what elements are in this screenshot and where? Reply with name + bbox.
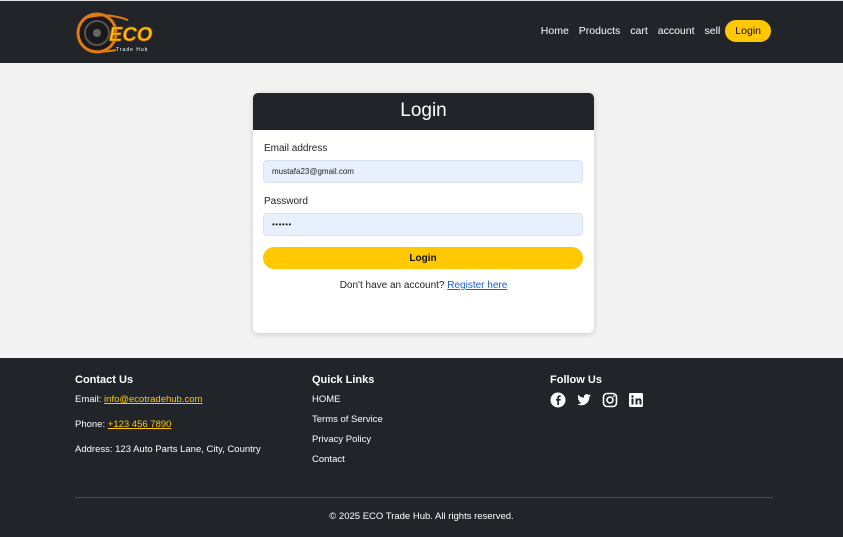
footer-link-terms[interactable]: Terms of Service bbox=[312, 414, 383, 425]
svg-text:Trade Hub: Trade Hub bbox=[116, 47, 148, 53]
register-link[interactable]: Register here bbox=[447, 280, 507, 291]
instagram-icon[interactable] bbox=[602, 392, 618, 408]
social-icons bbox=[550, 392, 644, 408]
email-label: Email address bbox=[264, 143, 328, 154]
contact-email: Email: info@ecotradehub.com bbox=[75, 394, 261, 405]
password-input[interactable] bbox=[263, 213, 583, 236]
svg-text:ECO: ECO bbox=[109, 24, 153, 46]
email-input[interactable] bbox=[263, 160, 583, 183]
nav-link-account[interactable]: account bbox=[658, 25, 695, 37]
eco-trade-hub-logo[interactable]: ECO Trade Hub bbox=[76, 10, 172, 56]
footer-divider bbox=[75, 497, 773, 498]
email-prefix: Email: bbox=[75, 394, 102, 405]
nav-login-button[interactable]: Login bbox=[725, 20, 771, 42]
footer-quick-links: Quick Links HOME Terms of Service Privac… bbox=[312, 374, 383, 474]
nav-link-home[interactable]: Home bbox=[541, 25, 569, 37]
contact-heading: Contact Us bbox=[75, 374, 134, 386]
navbar: ECO Trade Hub Home Products cart account… bbox=[0, 0, 843, 63]
facebook-icon[interactable] bbox=[550, 392, 566, 408]
nav-link-cart[interactable]: cart bbox=[630, 25, 648, 37]
twitter-icon[interactable] bbox=[576, 392, 592, 408]
contact-email-link[interactable]: info@ecotradehub.com bbox=[104, 394, 202, 405]
login-card: Login Email address Password Login Don't… bbox=[253, 93, 594, 333]
login-title: Login bbox=[253, 93, 594, 130]
footer-contact: Contact Us Email: info@ecotradehub.com P… bbox=[75, 374, 261, 466]
copyright-text: © 2025 ECO Trade Hub. All rights reserve… bbox=[329, 511, 514, 522]
quick-links-heading: Quick Links bbox=[312, 374, 375, 386]
password-label: Password bbox=[264, 196, 308, 207]
phone-prefix: Phone: bbox=[75, 419, 106, 430]
contact-address: Address: 123 Auto Parts Lane, City, Coun… bbox=[75, 444, 261, 455]
register-prompt-line: Don't have an account? Register here bbox=[253, 280, 594, 291]
nav-link-sell[interactable]: sell bbox=[705, 25, 721, 37]
linkedin-icon[interactable] bbox=[628, 392, 644, 408]
footer-link-privacy[interactable]: Privacy Policy bbox=[312, 434, 383, 445]
register-prompt-text: Don't have an account? bbox=[339, 280, 445, 291]
follow-heading: Follow Us bbox=[550, 374, 602, 386]
contact-phone-link[interactable]: +123 456 7890 bbox=[108, 419, 172, 430]
footer-follow: Follow Us bbox=[550, 374, 644, 408]
contact-phone: Phone: +123 456 7890 bbox=[75, 419, 261, 430]
footer: Contact Us Email: info@ecotradehub.com P… bbox=[0, 358, 843, 537]
nav-link-products[interactable]: Products bbox=[579, 25, 620, 37]
footer-link-contact[interactable]: Contact bbox=[312, 454, 383, 465]
login-submit-button[interactable]: Login bbox=[263, 247, 583, 269]
footer-link-home[interactable]: HOME bbox=[312, 394, 383, 405]
nav-links: Home Products cart account sell Login bbox=[531, 20, 771, 42]
